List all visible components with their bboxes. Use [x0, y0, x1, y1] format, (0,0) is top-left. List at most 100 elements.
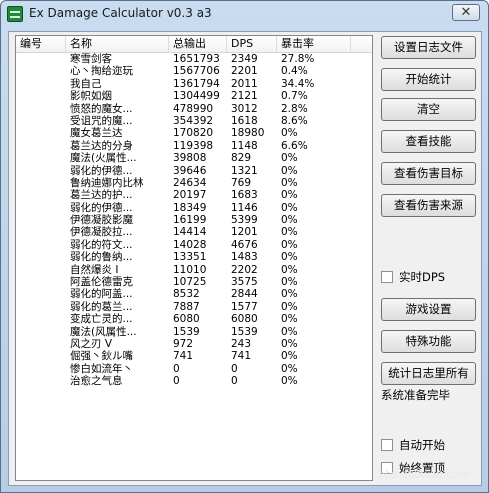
table-cell: 0 — [173, 362, 180, 375]
table-cell: 1577 — [231, 300, 258, 313]
table-cell: 寒雪剑客 — [70, 53, 112, 65]
table-cell: 2.8% — [281, 102, 308, 115]
table-cell: 阿盖伦德雷克 — [70, 276, 133, 289]
column-header-dps[interactable]: DPS — [227, 36, 277, 53]
table-cell — [16, 276, 66, 288]
table-cell — [16, 363, 66, 375]
table-cell: 弱化的葛兰... — [70, 300, 133, 313]
table-row[interactable]: 影帜如烟 1304499 2121 0.7% — [16, 90, 372, 102]
table-cell: 0% — [281, 127, 298, 140]
table-row[interactable]: 变成亡灵的... 6080 6080 0% — [16, 313, 372, 325]
table-cell — [16, 152, 66, 164]
table-cell: 魔女葛兰达 — [70, 127, 123, 140]
table-row[interactable]: 受诅咒的魔... 354392 1618 8.6% — [16, 115, 372, 127]
table-cell: 0% — [281, 251, 298, 264]
table-cell: 1146 — [231, 201, 258, 214]
table-row[interactable]: 弱化的葛兰... 7887 1577 0% — [16, 301, 372, 313]
column-header-crit[interactable]: 暴击率 — [277, 36, 351, 53]
table-cell: 0 — [231, 362, 238, 375]
table-row[interactable]: 弱化的伊德... 18349 1146 0% — [16, 202, 372, 214]
table-row[interactable]: 魔法(风属性... 1539 1539 0% — [16, 326, 372, 338]
table-cell — [16, 251, 66, 263]
column-header-total[interactable]: 总输出 — [169, 36, 227, 53]
table-cell: 1304499 — [173, 90, 220, 103]
table-cell: 1539 — [173, 325, 200, 338]
view-skills-button[interactable]: 查看技能 — [381, 130, 476, 153]
table-cell — [16, 326, 66, 338]
special-functions-button[interactable]: 特殊功能 — [381, 330, 476, 353]
game-settings-button[interactable]: 游戏设置 — [381, 298, 476, 321]
table-header: 编号 名称 总输出 DPS 暴击率 — [16, 36, 372, 53]
start-stat-button[interactable]: 开始统计 — [381, 68, 476, 91]
table-cell: 24634 — [173, 176, 207, 189]
table-row[interactable]: 弱化的阿盖... 8532 2844 0% — [16, 288, 372, 300]
table-cell: 0% — [281, 362, 298, 375]
table-body: 寒雪剑客 1651793 2349 27.8% 心丶掏给迩玩 1567706 2201 0.4… — [16, 53, 372, 388]
table-row[interactable]: 弱化的符文... 14028 4676 0% — [16, 239, 372, 251]
view-sources-button[interactable]: 查看伤害来源 — [381, 194, 476, 217]
column-header-id[interactable]: 编号 — [16, 36, 66, 53]
set-log-file-button[interactable]: 设置日志文件 — [381, 36, 476, 59]
table-cell: 0% — [281, 238, 298, 251]
table-cell: 2201 — [231, 65, 258, 78]
table-row[interactable]: 葛兰达的护... 20197 1683 0% — [16, 189, 372, 201]
table-cell: 6.6% — [281, 139, 308, 152]
table-cell — [16, 53, 66, 65]
table-cell: 伊德凝胶拉... — [70, 226, 133, 239]
table-cell: 6080 — [173, 313, 200, 326]
table-cell: 4676 — [231, 238, 258, 251]
table-row[interactable]: 魔法(火属性... 39808 829 0% — [16, 152, 372, 164]
auto-start-checkbox[interactable] — [381, 439, 393, 451]
table-row[interactable]: 惨白如流年丶 0 0 0% — [16, 363, 372, 375]
table-cell: 弱化的鲁纳... — [70, 251, 133, 264]
table-cell: 0% — [281, 263, 298, 276]
table-row[interactable]: 愤怒的魔女... 478990 3012 2.8% — [16, 103, 372, 115]
auto-start-option[interactable]: 自动开始 — [381, 437, 445, 453]
table-cell: 14028 — [173, 238, 207, 251]
table-cell: 1148 — [231, 139, 258, 152]
table-cell: 10725 — [173, 276, 207, 289]
table-cell — [16, 288, 66, 300]
table-cell: 变成亡灵的... — [70, 313, 133, 326]
table-row[interactable]: 倔强丶鈥ル嘴 741 741 0% — [16, 350, 372, 362]
app-icon — [7, 6, 23, 22]
table-cell: 3575 — [231, 276, 258, 289]
table-row[interactable]: 弱化的鲁纳... 13351 1483 0% — [16, 251, 372, 263]
column-header-name[interactable]: 名称 — [66, 36, 169, 53]
table-row[interactable]: 寒雪剑客 1651793 2349 27.8% — [16, 53, 372, 65]
table-row[interactable]: 自然爆炎 I 11010 2202 0% — [16, 264, 372, 276]
table-row[interactable]: 伊德凝胶影魔 16199 5399 0% — [16, 214, 372, 226]
table-cell: 1361794 — [173, 77, 220, 90]
close-button[interactable]: ✕ — [452, 4, 480, 21]
table-cell: 18349 — [173, 201, 207, 214]
table-cell: 伊德凝胶影魔 — [70, 214, 133, 227]
clear-button[interactable]: 清空 — [381, 98, 476, 121]
realtime-dps-option[interactable]: 实时DPS — [381, 269, 445, 285]
table-cell: 弱化的伊德... — [70, 201, 133, 214]
view-targets-button[interactable]: 查看伤害目标 — [381, 162, 476, 185]
table-cell: 2202 — [231, 263, 258, 276]
table-row[interactable]: 魔女葛兰达 170820 18980 0% — [16, 127, 372, 139]
table-cell: 20197 — [173, 189, 207, 202]
table-row[interactable]: 鲁纳迪娜内比林 24634 769 0% — [16, 177, 372, 189]
table-cell: 0 — [231, 375, 238, 388]
table-cell: 0% — [281, 325, 298, 338]
table-cell — [16, 350, 66, 362]
table-row[interactable]: 治愈之气息 0 0 0% — [16, 375, 372, 387]
table-cell — [16, 140, 66, 152]
damage-table[interactable]: 编号 名称 总输出 DPS 暴击率 寒雪剑客 1651793 2349 27.8% 心丶… — [15, 35, 373, 481]
table-cell — [16, 313, 66, 325]
table-row[interactable]: 葛兰达的分身 119398 1148 6.6% — [16, 140, 372, 152]
table-row[interactable]: 我自己 1361794 2011 34.4% — [16, 78, 372, 90]
table-cell — [16, 115, 66, 127]
table-row[interactable]: 心丶掏给迩玩 1567706 2201 0.4% — [16, 65, 372, 77]
stat-all-button[interactable]: 统计日志里所有 — [381, 362, 476, 385]
table-row[interactable]: 弱化的伊德... 39646 1321 0% — [16, 165, 372, 177]
table-row[interactable]: 阿盖伦德雷克 10725 3575 0% — [16, 276, 372, 288]
table-cell: 0% — [281, 276, 298, 289]
table-cell — [16, 189, 66, 201]
table-cell: 769 — [231, 176, 252, 189]
realtime-dps-checkbox[interactable] — [381, 271, 393, 283]
table-row[interactable]: 风之刃 V 972 243 0% — [16, 338, 372, 350]
table-row[interactable]: 伊德凝胶拉... 14414 1201 0% — [16, 226, 372, 238]
